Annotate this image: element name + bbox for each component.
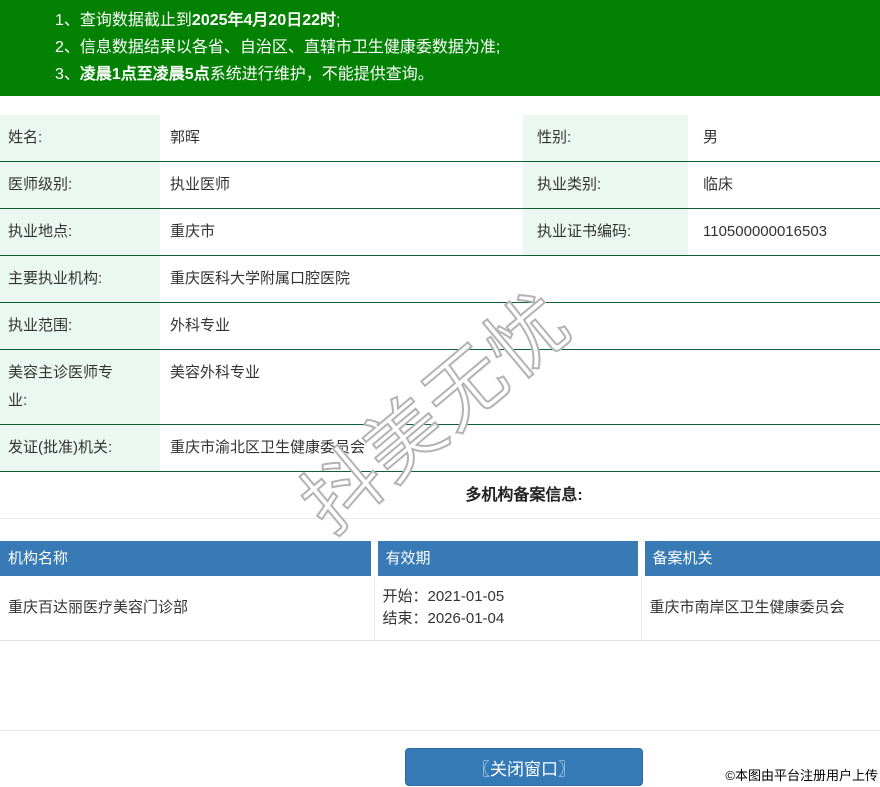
- notice-line-2: 2、信息数据结果以各省、自治区、直辖市卫生健康委数据为准;: [55, 34, 870, 61]
- practice-scope-label: 执业范围:: [0, 302, 160, 350]
- practice-place-label: 执业地点:: [0, 208, 160, 256]
- upload-attribution: ©本图由平台注册用户上传: [725, 768, 878, 783]
- gender-label: 性别:: [523, 115, 688, 162]
- table-row: 重庆百达丽医疗美容门诊部 开始：2021-01-05 结束：2026-01-04…: [0, 576, 880, 641]
- org-name-cell: 重庆百达丽医疗美容门诊部: [0, 576, 374, 641]
- name-value: 郭晖: [160, 115, 523, 162]
- close-window-button[interactable]: 〖关闭窗口〗: [405, 748, 643, 786]
- notice-text: ;: [336, 12, 341, 29]
- section-divider: [0, 518, 880, 519]
- org-name-header: 机构名称: [0, 541, 374, 576]
- notice-num: 1、: [55, 12, 80, 29]
- filing-authority-header: 备案机关: [637, 541, 880, 576]
- doctor-level-label: 医师级别:: [0, 161, 160, 209]
- notice-num: 3、: [55, 66, 80, 83]
- filing-authority-cell: 重庆市南岸区卫生健康委员会: [640, 576, 880, 641]
- table-row: 医师级别: 执业医师 执业类别: 临床: [0, 161, 880, 209]
- issuing-authority-value: 重庆市渝北区卫生健康委员会: [160, 424, 880, 472]
- validity-header: 有效期: [370, 541, 641, 576]
- cosmetic-specialty-value: 美容外科专业: [160, 349, 880, 425]
- license-number-label: 执业证书编码:: [523, 208, 688, 256]
- table-row: 执业范围: 外科专业: [0, 302, 880, 350]
- practice-category-label: 执业类别:: [523, 161, 688, 209]
- notice-banner: 1、查询数据截止到2025年4月20日22时; 2、信息数据结果以各省、自治区、…: [0, 0, 880, 96]
- license-number-value: 110500000016503: [688, 208, 880, 256]
- gender-value: 男: [688, 115, 880, 162]
- notice-text: 查询数据截止到: [79, 12, 192, 29]
- notice-line-3: 3、凌晨1点至凌晨5点系统进行维护，不能提供查询。: [55, 61, 870, 88]
- table-row: 姓名: 郭晖 性别: 男: [0, 115, 880, 162]
- validity-cell: 开始：2021-01-05 结束：2026-01-04: [373, 576, 641, 641]
- footer-divider: [0, 730, 880, 731]
- notice-num: 2、: [55, 39, 80, 56]
- cosmetic-specialty-label-text: 美容主诊医师专业:: [8, 364, 114, 409]
- cosmetic-specialty-label: 美容主诊医师专业:: [0, 349, 160, 425]
- table-header-row: 机构名称 有效期 备案机关: [0, 541, 880, 576]
- name-label: 姓名:: [0, 115, 160, 162]
- practice-scope-value: 外科专业: [160, 302, 880, 350]
- notice-text: 系统进行维护，不能提供查询。: [209, 66, 434, 83]
- multi-org-table: 机构名称 有效期 备案机关 重庆百达丽医疗美容门诊部 开始：2021-01-05…: [0, 541, 880, 641]
- practitioner-info-table: 姓名: 郭晖 性别: 男 医师级别: 执业医师 执业类别: 临床 执业地点: 重…: [0, 115, 880, 472]
- multi-org-section: 多机构备案信息:: [0, 486, 880, 506]
- table-row: 主要执业机构: 重庆医科大学附属口腔医院: [0, 255, 880, 303]
- notice-text: 信息数据结果以各省、自治区、直辖市卫生健康委数据为准;: [79, 39, 501, 56]
- table-row: 执业地点: 重庆市 执业证书编码: 110500000016503: [0, 208, 880, 256]
- practice-place-value: 重庆市: [160, 208, 523, 256]
- section-title: 多机构备案信息:: [465, 487, 583, 504]
- main-institution-value: 重庆医科大学附属口腔医院: [160, 255, 880, 303]
- notice-bold: 凌晨1点至凌晨5点: [79, 66, 210, 83]
- validity-start: 开始：2021-01-05: [382, 588, 505, 605]
- doctor-level-value: 执业医师: [160, 161, 523, 209]
- issuing-authority-label: 发证(批准)机关:: [0, 424, 160, 472]
- table-row: 美容主诊医师专业: 美容外科专业: [0, 349, 880, 425]
- validity-end: 结束：2026-01-04: [382, 610, 505, 627]
- table-row: 发证(批准)机关: 重庆市渝北区卫生健康委员会: [0, 424, 880, 472]
- main-institution-label: 主要执业机构:: [0, 255, 160, 303]
- notice-line-1: 1、查询数据截止到2025年4月20日22时;: [55, 7, 870, 34]
- notice-bold: 2025年4月20日22时: [191, 12, 337, 29]
- practice-category-value: 临床: [688, 161, 880, 209]
